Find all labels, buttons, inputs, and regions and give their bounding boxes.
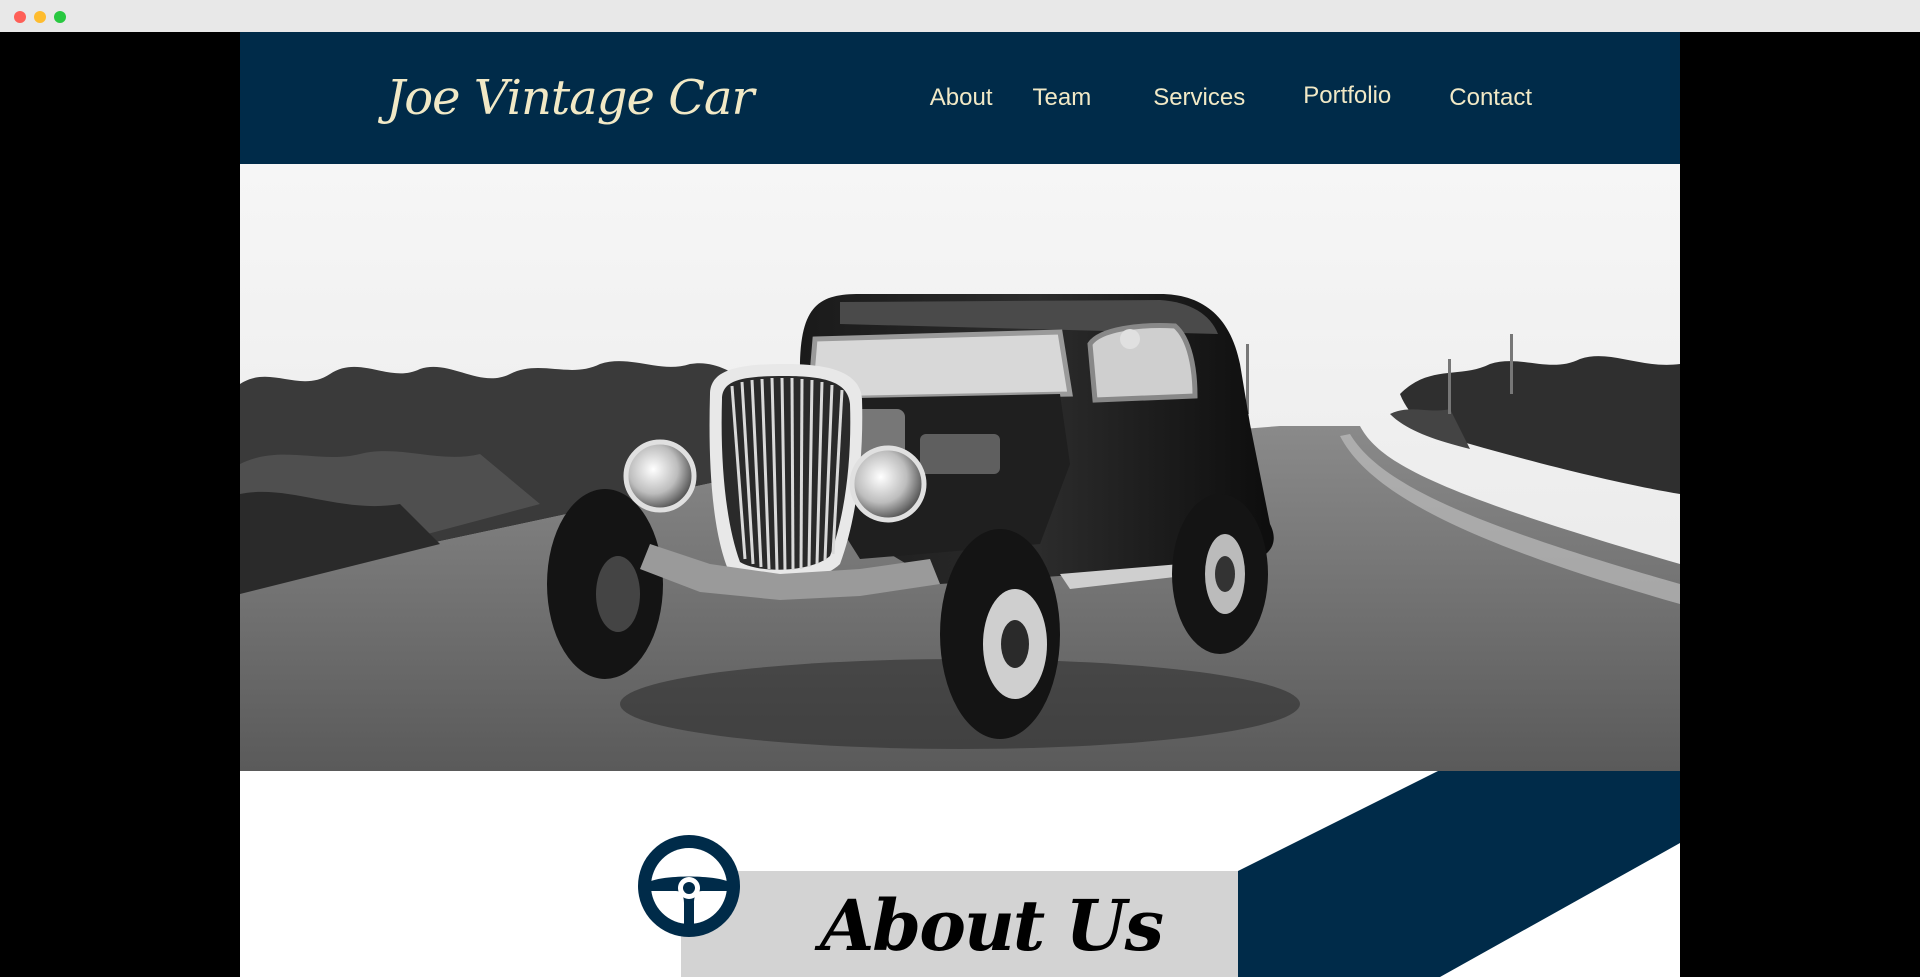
- about-section: About Us: [240, 771, 1680, 977]
- hero-image: [240, 164, 1680, 771]
- nav-item-about[interactable]: About: [930, 84, 993, 112]
- website: Joe Vintage Car About Team Services Port…: [240, 32, 1680, 977]
- window-minimize-button[interactable]: [34, 11, 46, 23]
- nav-item-contact[interactable]: Contact: [1449, 84, 1532, 112]
- nav-item-portfolio[interactable]: Portfolio: [1303, 82, 1391, 110]
- window-maximize-button[interactable]: [54, 11, 66, 23]
- nav-item-team[interactable]: Team: [1033, 84, 1092, 112]
- browser-titlebar: [0, 0, 1920, 33]
- window-close-button[interactable]: [14, 11, 26, 23]
- vintage-car-photo: [240, 164, 1680, 771]
- about-title: About Us: [820, 884, 1164, 967]
- site-logo[interactable]: Joe Vintage Car: [386, 70, 754, 126]
- page-viewport: Joe Vintage Car About Team Services Port…: [0, 32, 1920, 977]
- steering-wheel-icon: [638, 835, 740, 937]
- site-header: Joe Vintage Car About Team Services Port…: [240, 32, 1680, 164]
- nav-item-services[interactable]: Services: [1153, 84, 1245, 112]
- main-nav: About Team Services Portfolio Contact: [930, 82, 1532, 112]
